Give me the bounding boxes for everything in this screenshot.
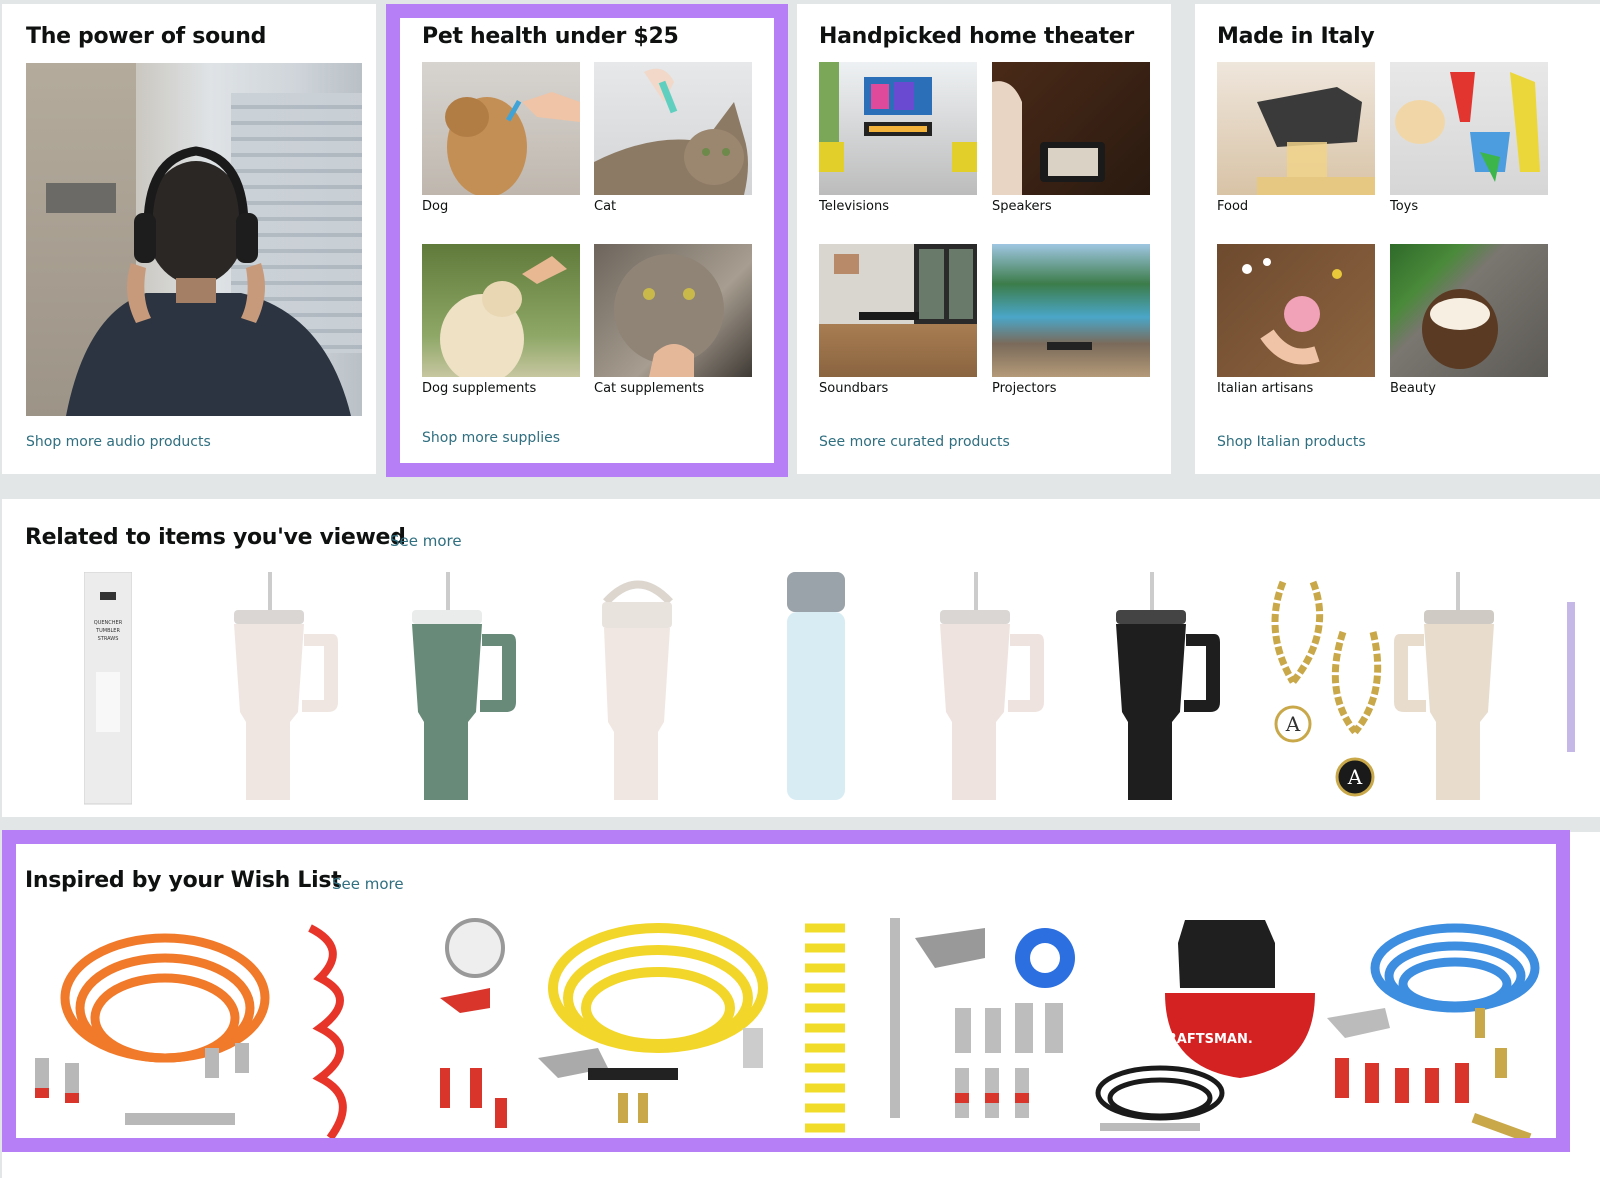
tile-label: Cat supplements xyxy=(594,381,705,396)
tile-label: Dog xyxy=(422,199,449,214)
card-title: The power of sound xyxy=(26,24,267,49)
product-tumbler-rose[interactable] xyxy=(232,572,342,808)
product-flip-straw-tumbler[interactable] xyxy=(598,572,678,808)
card-made-in-italy: Made in Italy Food Toys Italian artisans… xyxy=(1195,4,1600,474)
tile-label: Projectors xyxy=(992,381,1057,396)
tile-label: Dog supplements xyxy=(422,381,537,396)
product-go-bottle[interactable] xyxy=(783,572,849,808)
wishlist-see-more-link[interactable]: See more xyxy=(332,875,404,893)
soundbars-image xyxy=(819,244,977,377)
card-power-of-sound: The power of sound Shop more audio produ… xyxy=(2,4,376,474)
see-more-curated-link[interactable]: See more curated products xyxy=(819,434,1010,450)
card-title: Made in Italy xyxy=(1217,24,1375,49)
card-pet-health: Pet health under $25 Dog Cat Dog supplem… xyxy=(386,4,786,477)
svg-text:A: A xyxy=(1285,712,1301,736)
cat-supplements-image xyxy=(594,244,752,377)
tile-label: Televisions xyxy=(819,199,889,214)
svg-text:STRAWS: STRAWS xyxy=(98,636,119,642)
dog-image xyxy=(422,62,580,195)
wish-orange-hose-kit[interactable] xyxy=(25,918,285,1154)
hero-image-headphones[interactable] xyxy=(26,63,362,416)
shop-more-supplies-link[interactable]: Shop more supplies xyxy=(422,430,560,446)
tile-beauty[interactable]: Beauty xyxy=(1390,244,1548,396)
svg-text:A: A xyxy=(1347,765,1363,789)
product-tumbler-black[interactable] xyxy=(1114,572,1224,808)
product-tumbler-green[interactable] xyxy=(410,572,520,808)
shop-more-audio-link[interactable]: Shop more audio products xyxy=(26,434,211,450)
wish-red-coil-hose-kit[interactable] xyxy=(290,918,520,1154)
related-title: Related to items you've viewed xyxy=(25,525,406,550)
tile-label: Soundbars xyxy=(819,381,889,396)
tile-toys[interactable]: Toys xyxy=(1390,62,1548,214)
product-straws[interactable]: QUENCHER TUMBLER STRAWS xyxy=(83,571,133,808)
wish-yellow-coil-kit[interactable] xyxy=(785,918,1085,1154)
related-see-more-link[interactable]: See more xyxy=(390,532,462,550)
wishlist-title: Inspired by your Wish List xyxy=(25,868,342,893)
tile-label: Beauty xyxy=(1390,381,1436,396)
product-tumbler-cream[interactable] xyxy=(1392,572,1502,808)
shop-italian-link[interactable]: Shop Italian products xyxy=(1217,434,1366,450)
card-title: Handpicked home theater xyxy=(819,24,1134,49)
product-charm-chains[interactable]: AA xyxy=(1263,572,1393,808)
tile-projectors[interactable]: Projectors xyxy=(992,244,1150,396)
svg-text:TUMBLER: TUMBLER xyxy=(95,628,120,634)
tile-cat[interactable]: Cat xyxy=(594,62,752,214)
wish-blue-hose-kit[interactable] xyxy=(1325,918,1545,1154)
tile-label: Speakers xyxy=(992,199,1052,214)
projectors-image xyxy=(992,244,1150,377)
wish-yellow-hose-kit[interactable] xyxy=(528,918,778,1154)
food-image xyxy=(1217,62,1375,195)
card-title: Pet health under $25 xyxy=(422,24,679,49)
product-tumbler-pink[interactable] xyxy=(938,572,1048,808)
product-partial-lavender[interactable] xyxy=(1565,572,1577,808)
svg-text:CRAFTSMAN.: CRAFTSMAN. xyxy=(1157,1032,1253,1047)
tile-label: Italian artisans xyxy=(1217,381,1314,396)
toys-image xyxy=(1390,62,1548,195)
wish-craftsman-compressor[interactable]: CRAFTSMAN. xyxy=(1090,918,1320,1154)
card-home-theater: Handpicked home theater Televisions Spea… xyxy=(797,4,1171,474)
tile-italian-artisans[interactable]: Italian artisans xyxy=(1217,244,1375,396)
cat-image xyxy=(594,62,752,195)
tile-televisions[interactable]: Televisions xyxy=(819,62,977,214)
speakers-image xyxy=(992,62,1150,195)
tile-dog-supplements[interactable]: Dog supplements xyxy=(422,244,580,396)
tile-soundbars[interactable]: Soundbars xyxy=(819,244,977,396)
tile-label: Food xyxy=(1217,199,1249,214)
tile-label: Toys xyxy=(1390,199,1419,214)
dog-supplements-image xyxy=(422,244,580,377)
beauty-image xyxy=(1390,244,1548,377)
italian-artisans-image xyxy=(1217,244,1375,377)
svg-text:QUENCHER: QUENCHER xyxy=(94,620,123,626)
tile-speakers[interactable]: Speakers xyxy=(992,62,1150,214)
tile-label: Cat xyxy=(594,199,617,214)
tile-dog[interactable]: Dog xyxy=(422,62,580,214)
tile-cat-supplements[interactable]: Cat supplements xyxy=(594,244,752,396)
tile-food[interactable]: Food xyxy=(1217,62,1375,214)
televisions-image xyxy=(819,62,977,195)
